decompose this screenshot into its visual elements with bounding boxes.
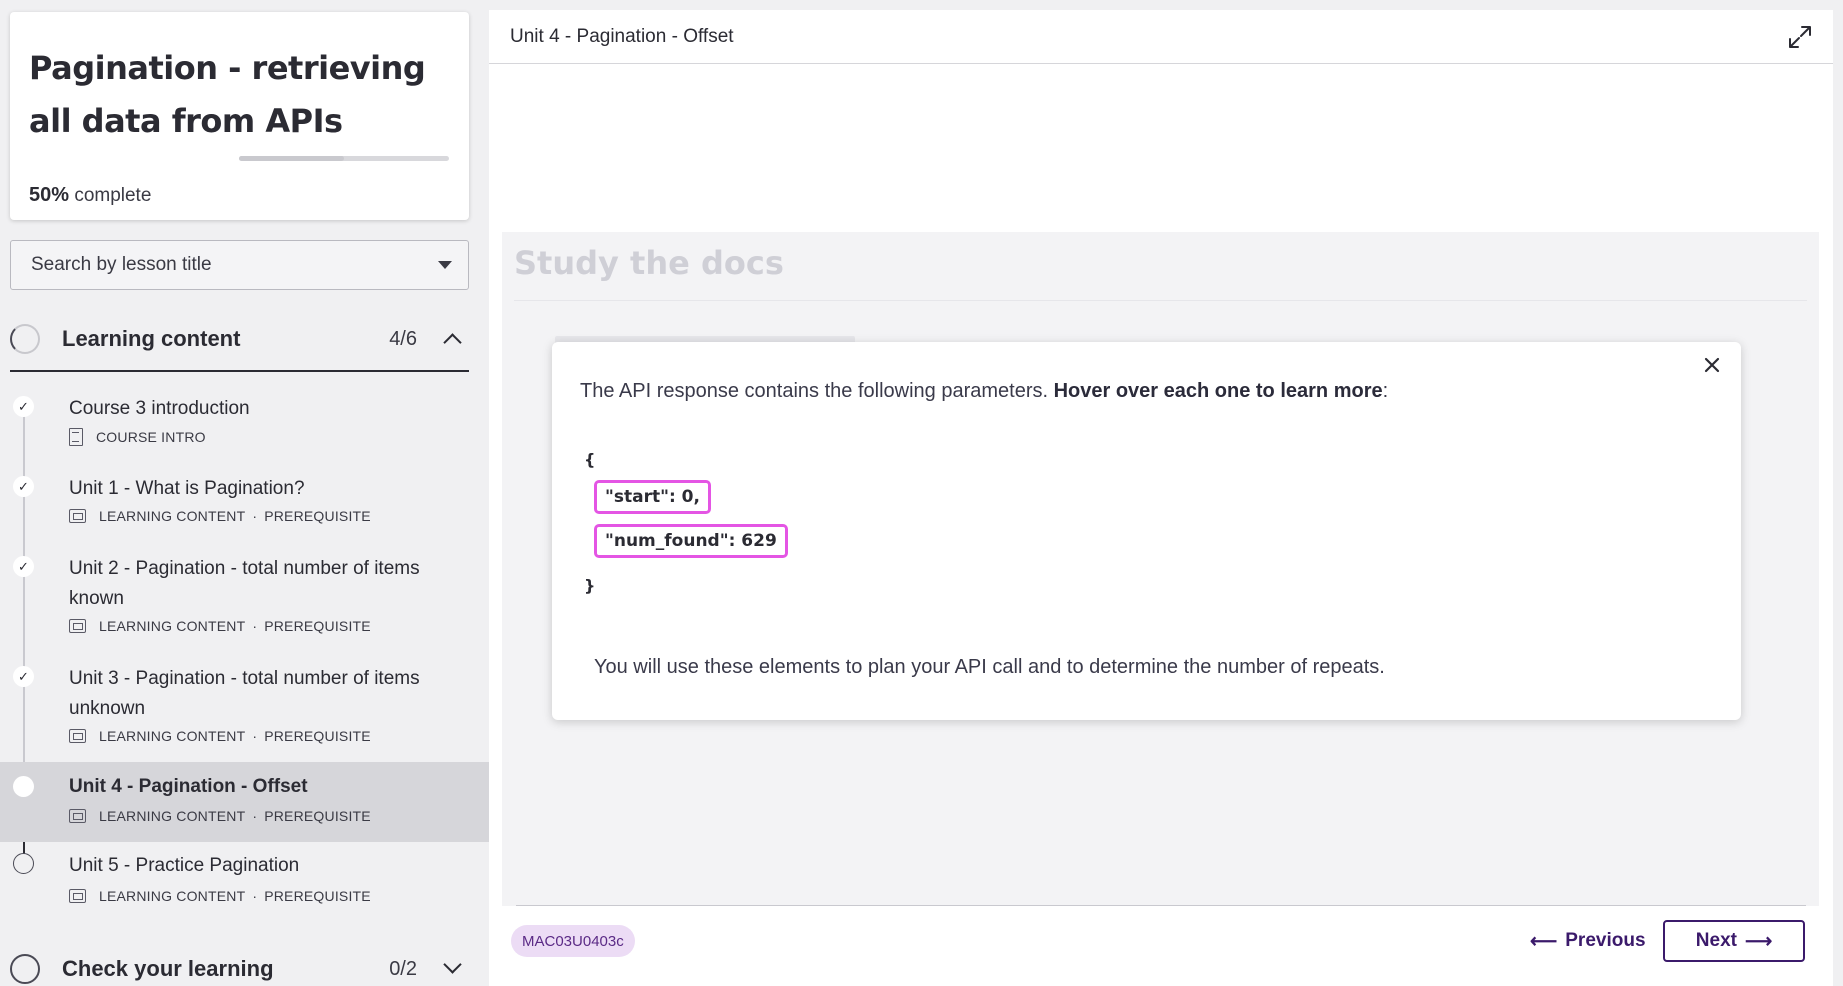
lesson-main-panel: Unit 4 - Pagination - Offset Study the d…: [489, 10, 1833, 986]
slides-icon: [69, 729, 86, 743]
course-progress-bar: [239, 156, 449, 161]
lesson-title: Course 3 introduction: [69, 398, 250, 419]
popup-footer-text: You will use these elements to plan your…: [594, 656, 1385, 678]
lesson-meta-type: COURSE INTRO: [96, 429, 206, 445]
lesson-meta-tag: PREREQUISITE: [264, 888, 371, 904]
meta-separator: ·: [252, 888, 258, 904]
lesson-item-unit-2[interactable]: ✓ Unit 2 - Pagination - total number of …: [0, 548, 489, 642]
lesson-meta: LEARNING CONTENT · PREREQUISITE: [69, 618, 371, 634]
lesson-item-unit-5[interactable]: Unit 5 - Practice Pagination LEARNING CO…: [0, 852, 489, 916]
next-label: Next: [1695, 930, 1737, 951]
lesson-meta-tag: PREREQUISITE: [264, 728, 371, 744]
popup-intro-emphasis: Hover over each one to learn more: [1053, 380, 1383, 402]
parameters-popup: The API response contains the following …: [552, 342, 1741, 720]
section-learning-content[interactable]: Learning content 4/6: [10, 308, 469, 372]
lesson-meta-type: LEARNING CONTENT: [99, 618, 246, 634]
lesson-meta: COURSE INTRO: [69, 428, 206, 446]
lesson-meta-type: LEARNING CONTENT: [99, 888, 246, 904]
progress-percent: 50%: [29, 184, 70, 206]
popup-intro-text: The API response contains the following …: [580, 380, 1054, 402]
lesson-meta: LEARNING CONTENT · PREREQUISITE: [69, 888, 371, 904]
check-icon: ✓: [13, 476, 34, 497]
section-progress-ring-icon: [10, 954, 40, 984]
section-count: 0/2: [389, 957, 417, 980]
section-title: Check your learning: [62, 956, 274, 981]
course-progress-fill: [239, 156, 344, 161]
meta-separator: ·: [252, 808, 258, 824]
close-icon[interactable]: [1697, 350, 1727, 380]
meta-separator: ·: [252, 618, 258, 634]
expand-icon[interactable]: [1787, 24, 1813, 50]
slides-icon: [69, 809, 86, 823]
slides-icon: [69, 619, 86, 633]
lesson-meta-type: LEARNING CONTENT: [99, 508, 246, 524]
section-count: 4/6: [389, 327, 417, 350]
previous-label: Previous: [1565, 930, 1646, 951]
section-title: Learning content: [62, 326, 241, 351]
next-button[interactable]: Next ⟶: [1663, 920, 1805, 962]
param-start[interactable]: "start": 0,: [594, 480, 711, 514]
lesson-code-badge: MAC03U0403c: [511, 925, 635, 957]
lesson-content-frame: Study the docs The API response contains…: [502, 232, 1819, 906]
search-placeholder: Search by lesson title: [31, 254, 212, 275]
incomplete-circle-icon: [13, 853, 34, 874]
meta-separator: ·: [252, 728, 258, 744]
popup-intro: The API response contains the following …: [580, 380, 1388, 403]
check-icon: ✓: [13, 556, 34, 577]
progress-suffix: complete: [74, 185, 152, 206]
course-title: Pagination - retrieving all data from AP…: [29, 49, 426, 140]
lesson-meta-type: LEARNING CONTENT: [99, 728, 246, 744]
lesson-header: Unit 4 - Pagination - Offset: [489, 10, 1833, 64]
lesson-title: Unit 4 - Pagination - Offset: [69, 776, 308, 797]
lesson-meta-tag: PREREQUISITE: [264, 508, 371, 524]
check-icon: ✓: [13, 396, 34, 417]
popup-intro-end: :: [1382, 380, 1389, 402]
lesson-item-course-intro[interactable]: ✓ Course 3 introduction COURSE INTRO: [0, 388, 489, 452]
check-icon: ✓: [13, 666, 34, 687]
lesson-search-select[interactable]: Search by lesson title: [10, 240, 469, 290]
slides-icon: [69, 509, 86, 523]
lesson-meta-type: LEARNING CONTENT: [99, 808, 246, 824]
section-check-your-learning[interactable]: Check your learning 0/2: [10, 940, 469, 986]
course-summary-card: Pagination - retrieving all data from AP…: [10, 12, 469, 220]
lesson-header-title: Unit 4 - Pagination - Offset: [510, 25, 734, 47]
current-lesson-dot-icon: [13, 776, 34, 797]
chevron-up-icon: [443, 333, 462, 352]
lesson-meta-tag: PREREQUISITE: [264, 808, 371, 824]
section-progress-ring-icon: [10, 324, 40, 354]
lesson-meta: LEARNING CONTENT · PREREQUISITE: [69, 728, 371, 744]
lesson-title: Unit 1 - What is Pagination?: [69, 478, 305, 499]
lesson-title: Unit 2 - Pagination - total number of it…: [69, 558, 420, 609]
json-close-brace: }: [584, 576, 596, 595]
lesson-item-unit-1[interactable]: ✓ Unit 1 - What is Pagination? LEARNING …: [0, 468, 489, 532]
divider: [514, 300, 1807, 301]
param-num-found[interactable]: "num_found": 629: [594, 524, 788, 558]
course-sidebar: Pagination - retrieving all data from AP…: [0, 0, 489, 986]
progress-text: 50% complete: [29, 184, 151, 207]
json-open-brace: {: [584, 450, 596, 469]
lesson-meta: LEARNING CONTENT · PREREQUISITE: [69, 808, 371, 824]
lesson-meta: LEARNING CONTENT · PREREQUISITE: [69, 508, 371, 524]
chevron-down-icon: [443, 955, 462, 974]
caret-down-icon: [438, 261, 452, 269]
lesson-title: Unit 5 - Practice Pagination: [69, 855, 300, 876]
meta-separator: ·: [252, 508, 258, 524]
arrow-right-icon: ⟶: [1744, 930, 1773, 952]
lesson-item-unit-4[interactable]: Unit 4 - Pagination - Offset LEARNING CO…: [0, 762, 489, 842]
lesson-meta-tag: PREREQUISITE: [264, 618, 371, 634]
lesson-title: Unit 3 - Pagination - total number of it…: [69, 668, 420, 719]
footer-divider: [516, 905, 1806, 906]
lesson-item-unit-3[interactable]: ✓ Unit 3 - Pagination - total number of …: [0, 658, 489, 752]
document-icon: [69, 428, 83, 446]
frame-heading: Study the docs: [514, 244, 784, 282]
arrow-left-icon: ⟵: [1530, 930, 1558, 952]
previous-button[interactable]: ⟵ Previous: [1518, 920, 1658, 962]
slides-icon: [69, 889, 86, 903]
